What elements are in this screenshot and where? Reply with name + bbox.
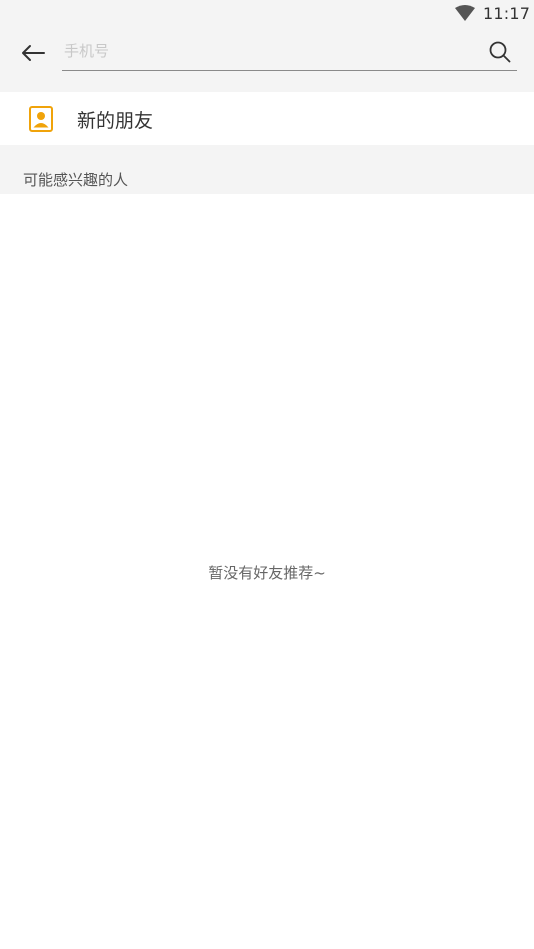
back-button[interactable]: [14, 38, 54, 70]
suggestions-title: 可能感兴趣的人: [23, 171, 129, 189]
suggestions-header: 可能感兴趣的人: [0, 145, 534, 194]
empty-state-message: 暂没有好友推荐~: [208, 564, 326, 582]
search-field: [62, 32, 517, 71]
new-friends-item[interactable]: 新的朋友: [0, 92, 534, 145]
status-time: 11:17: [483, 4, 531, 23]
wifi-icon: [455, 5, 475, 22]
contact-icon: [29, 106, 53, 132]
new-friends-label: 新的朋友: [77, 110, 154, 132]
status-bar: 11:17: [0, 0, 534, 28]
search-toolbar: [0, 28, 534, 92]
search-icon[interactable]: [488, 40, 512, 64]
phone-search-input[interactable]: [64, 38, 474, 64]
